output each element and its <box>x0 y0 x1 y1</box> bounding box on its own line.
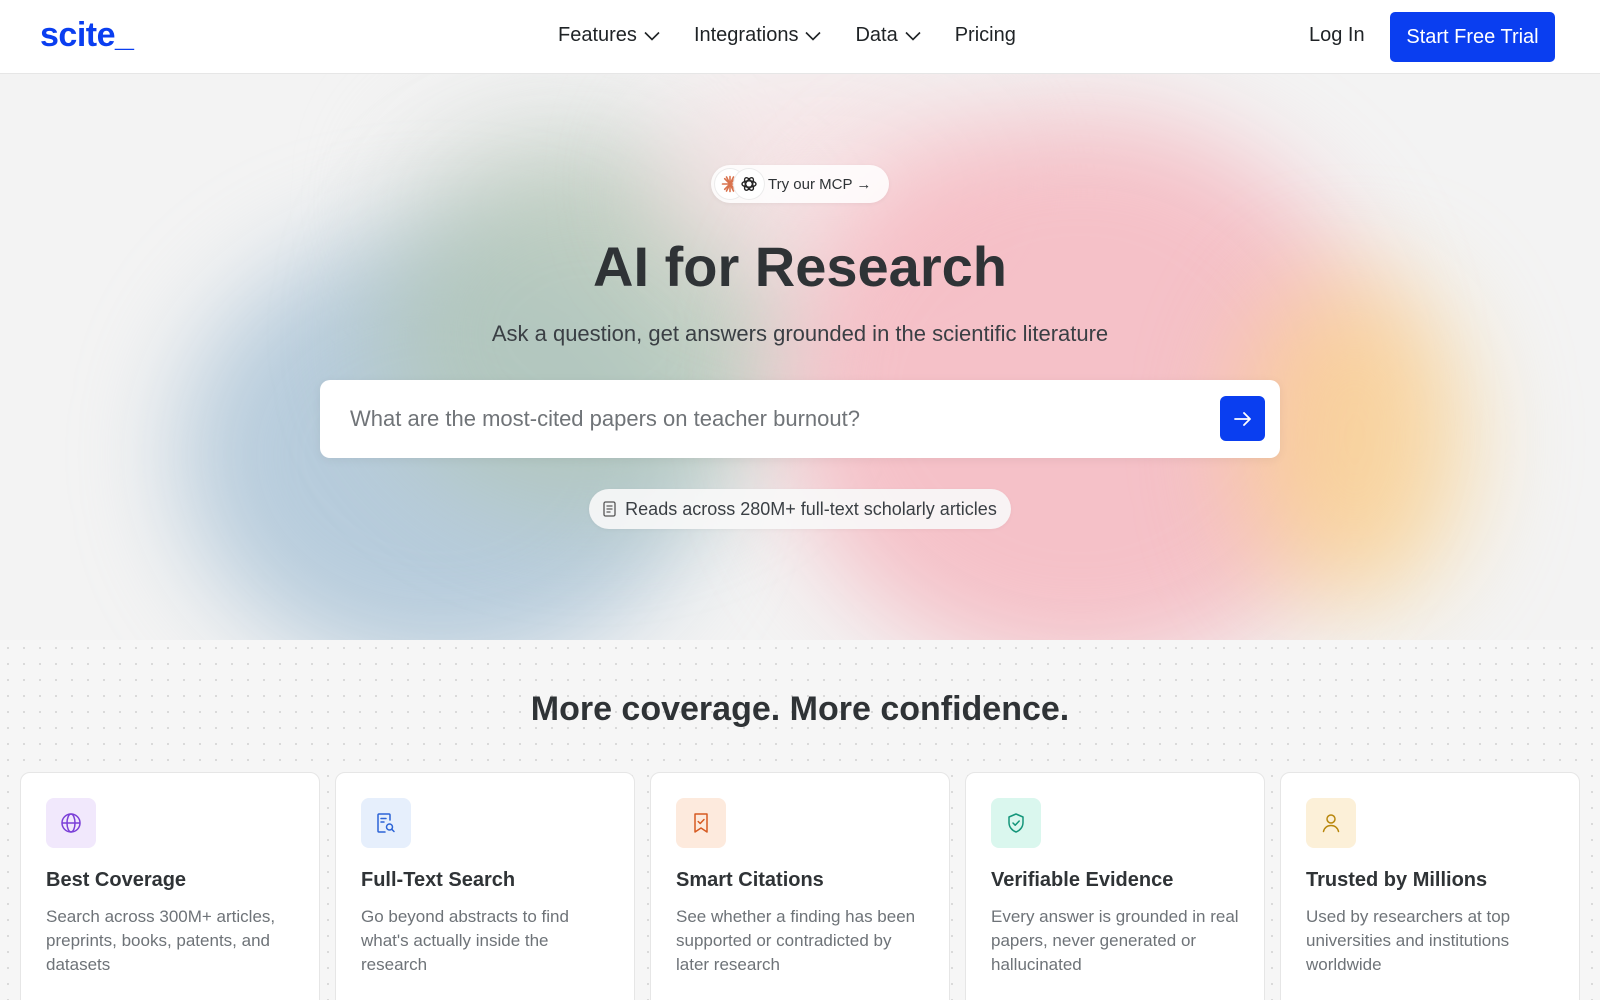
scite-logo[interactable]: scite_ <box>40 16 134 55</box>
feature-card-verifiable-evidence: Verifiable Evidence Every answer is grou… <box>965 772 1265 1000</box>
nav-features-label: Features <box>558 24 637 46</box>
features-title: More coverage. More confidence. <box>530 690 1070 728</box>
user-icon <box>1306 798 1356 848</box>
feature-card-title: Smart Citations <box>676 869 824 891</box>
feature-card-description: Go beyond abstracts to find what's actua… <box>361 907 569 974</box>
search-box <box>320 380 1280 458</box>
shield-check-icon <box>991 798 1041 848</box>
feature-card-trusted-by-millions: Trusted by Millions Used by researchers … <box>1280 772 1580 1000</box>
try-mcp-label: Try our MCP → <box>768 176 872 193</box>
reads-across-badge: Reads across 280M+ full-text scholarly a… <box>589 489 1011 529</box>
feature-card-description: See whether a finding has been supported… <box>676 907 916 974</box>
hero-title: AI for Research <box>593 235 1007 298</box>
nav-integrations[interactable]: Integrations <box>694 24 822 47</box>
features-section: More coverage. More confidence. Best Cov… <box>0 640 1600 1000</box>
arrow-right-icon <box>1233 411 1251 426</box>
hero-subtitle: Ask a question, get answers grounded in … <box>491 321 1109 346</box>
chevron-down-icon <box>644 31 660 41</box>
feature-card-description: Every answer is grounded in real papers,… <box>991 907 1239 974</box>
document-icon <box>603 501 616 517</box>
nav-features[interactable]: Features <box>558 24 660 47</box>
main-nav: Features Integrations Data Pricing <box>558 24 1050 47</box>
globe-icon <box>46 798 96 848</box>
chevron-down-icon <box>905 31 921 41</box>
feature-card-title: Full-Text Search <box>361 869 516 891</box>
openai-icon <box>734 169 764 199</box>
nav-data-label: Data <box>855 24 898 46</box>
feature-card-smart-citations: Smart Citations See whether a finding ha… <box>650 772 950 1000</box>
nav-pricing-label: Pricing <box>954 24 1016 46</box>
login-link[interactable]: Log In <box>1309 24 1365 47</box>
nav-pricing[interactable]: Pricing <box>955 24 1016 47</box>
document-search-icon <box>361 798 411 848</box>
search-submit-button[interactable] <box>1220 396 1265 441</box>
hero-section: Try our MCP → AI for Research Ask a ques… <box>0 74 1600 640</box>
try-mcp-pill[interactable]: Try our MCP → <box>711 165 889 203</box>
bookmark-check-icon <box>676 798 726 848</box>
nav-data[interactable]: Data <box>855 24 921 47</box>
search-input[interactable] <box>350 400 1190 438</box>
feature-card-full-text-search: Full-Text Search Go beyond abstracts to … <box>335 772 635 1000</box>
feature-card-title: Verifiable Evidence <box>991 869 1174 891</box>
start-free-trial-button[interactable]: Start Free Trial <box>1390 12 1555 62</box>
site-header: scite_ Features Integrations Data Pricin… <box>0 0 1600 74</box>
reads-across-label: Reads across 280M+ full-text scholarly a… <box>625 498 997 519</box>
feature-card-description: Search across 300M+ articles, preprints,… <box>46 907 276 974</box>
feature-card-description: Used by researchers at top universities … <box>1306 907 1511 974</box>
chevron-down-icon <box>805 31 822 41</box>
feature-card-title: Trusted by Millions <box>1306 869 1488 891</box>
feature-cards: Best Coverage Search across 300M+ articl… <box>20 772 1580 1000</box>
feature-card-best-coverage: Best Coverage Search across 300M+ articl… <box>20 772 320 1000</box>
feature-card-title: Best Coverage <box>46 869 187 891</box>
nav-integrations-label: Integrations <box>693 24 799 46</box>
